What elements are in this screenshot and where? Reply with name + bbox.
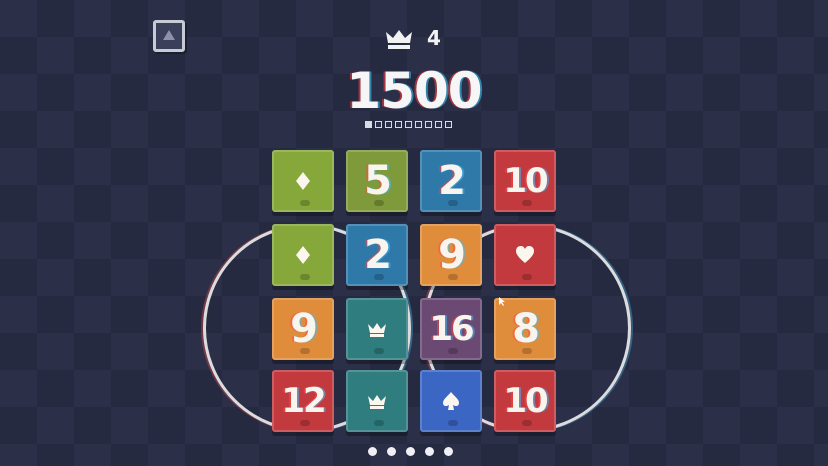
tile-value: 8: [512, 306, 540, 352]
tile-notch: [300, 420, 310, 426]
level-progress: [365, 121, 452, 131]
spade-icon: [440, 390, 462, 412]
tile-value: 2: [438, 158, 466, 204]
page-dot[interactable]: [406, 447, 415, 456]
triangle-up-icon: [163, 30, 175, 40]
page-dot[interactable]: [425, 447, 434, 456]
tile[interactable]: 12: [272, 370, 334, 432]
best-score: 4: [427, 26, 441, 50]
tile[interactable]: [346, 298, 408, 360]
tile-notch: [300, 274, 310, 280]
game-screen: 4 1500 5 2 10 2 9 9 16 8 12 10: [0, 0, 828, 466]
tile[interactable]: [272, 150, 334, 212]
tile-value: 2: [364, 232, 392, 278]
tile-notch: [448, 274, 458, 280]
pointer-cursor-icon: [499, 297, 505, 306]
crown-icon: [366, 390, 388, 412]
tile[interactable]: 9: [272, 298, 334, 360]
tile[interactable]: 2: [420, 150, 482, 212]
tile-value: 5: [364, 158, 392, 204]
tile[interactable]: 5: [346, 150, 408, 212]
tile-notch: [522, 274, 532, 280]
tile-value: 16: [429, 309, 474, 349]
crown-icon: [366, 318, 388, 340]
progress-square: [365, 121, 372, 128]
page-dot[interactable]: [368, 447, 377, 456]
tile-notch: [300, 200, 310, 206]
tile[interactable]: 8: [494, 298, 556, 360]
diamond-icon: [292, 244, 314, 266]
heart-icon: [514, 244, 536, 266]
tile-notch: [522, 420, 532, 426]
tile[interactable]: [272, 224, 334, 286]
page-dot[interactable]: [387, 447, 396, 456]
diamond-icon: [292, 170, 314, 192]
tile-notch: [448, 200, 458, 206]
tile-notch: [374, 274, 384, 280]
progress-square: [435, 121, 442, 128]
tile-value: 9: [290, 306, 318, 352]
progress-square: [385, 121, 392, 128]
tile-notch: [374, 348, 384, 354]
tile[interactable]: 10: [494, 370, 556, 432]
tile-notch: [448, 348, 458, 354]
page-indicator: [368, 447, 453, 456]
progress-square: [425, 121, 432, 128]
score-display: 1500: [346, 62, 482, 120]
tile-value: 12: [281, 381, 326, 421]
progress-square: [395, 121, 402, 128]
tile[interactable]: 16: [420, 298, 482, 360]
page-dot[interactable]: [444, 447, 453, 456]
tile-notch: [448, 420, 458, 426]
tile-value: 10: [503, 161, 548, 201]
tile[interactable]: [346, 370, 408, 432]
tile-notch: [300, 348, 310, 354]
tile[interactable]: [494, 224, 556, 286]
tile-notch: [374, 200, 384, 206]
progress-square: [405, 121, 412, 128]
menu-button[interactable]: [153, 20, 185, 52]
tile-notch: [522, 348, 532, 354]
tile[interactable]: 10: [494, 150, 556, 212]
tile-notch: [522, 200, 532, 206]
tile[interactable]: 9: [420, 224, 482, 286]
tile-value: 9: [438, 232, 466, 278]
progress-square: [415, 121, 422, 128]
tile-value: 10: [503, 381, 548, 421]
progress-square: [445, 121, 452, 128]
progress-square: [375, 121, 382, 128]
tile[interactable]: 2: [346, 224, 408, 286]
tile[interactable]: [420, 370, 482, 432]
crown-icon: [384, 28, 414, 50]
tile-notch: [374, 420, 384, 426]
